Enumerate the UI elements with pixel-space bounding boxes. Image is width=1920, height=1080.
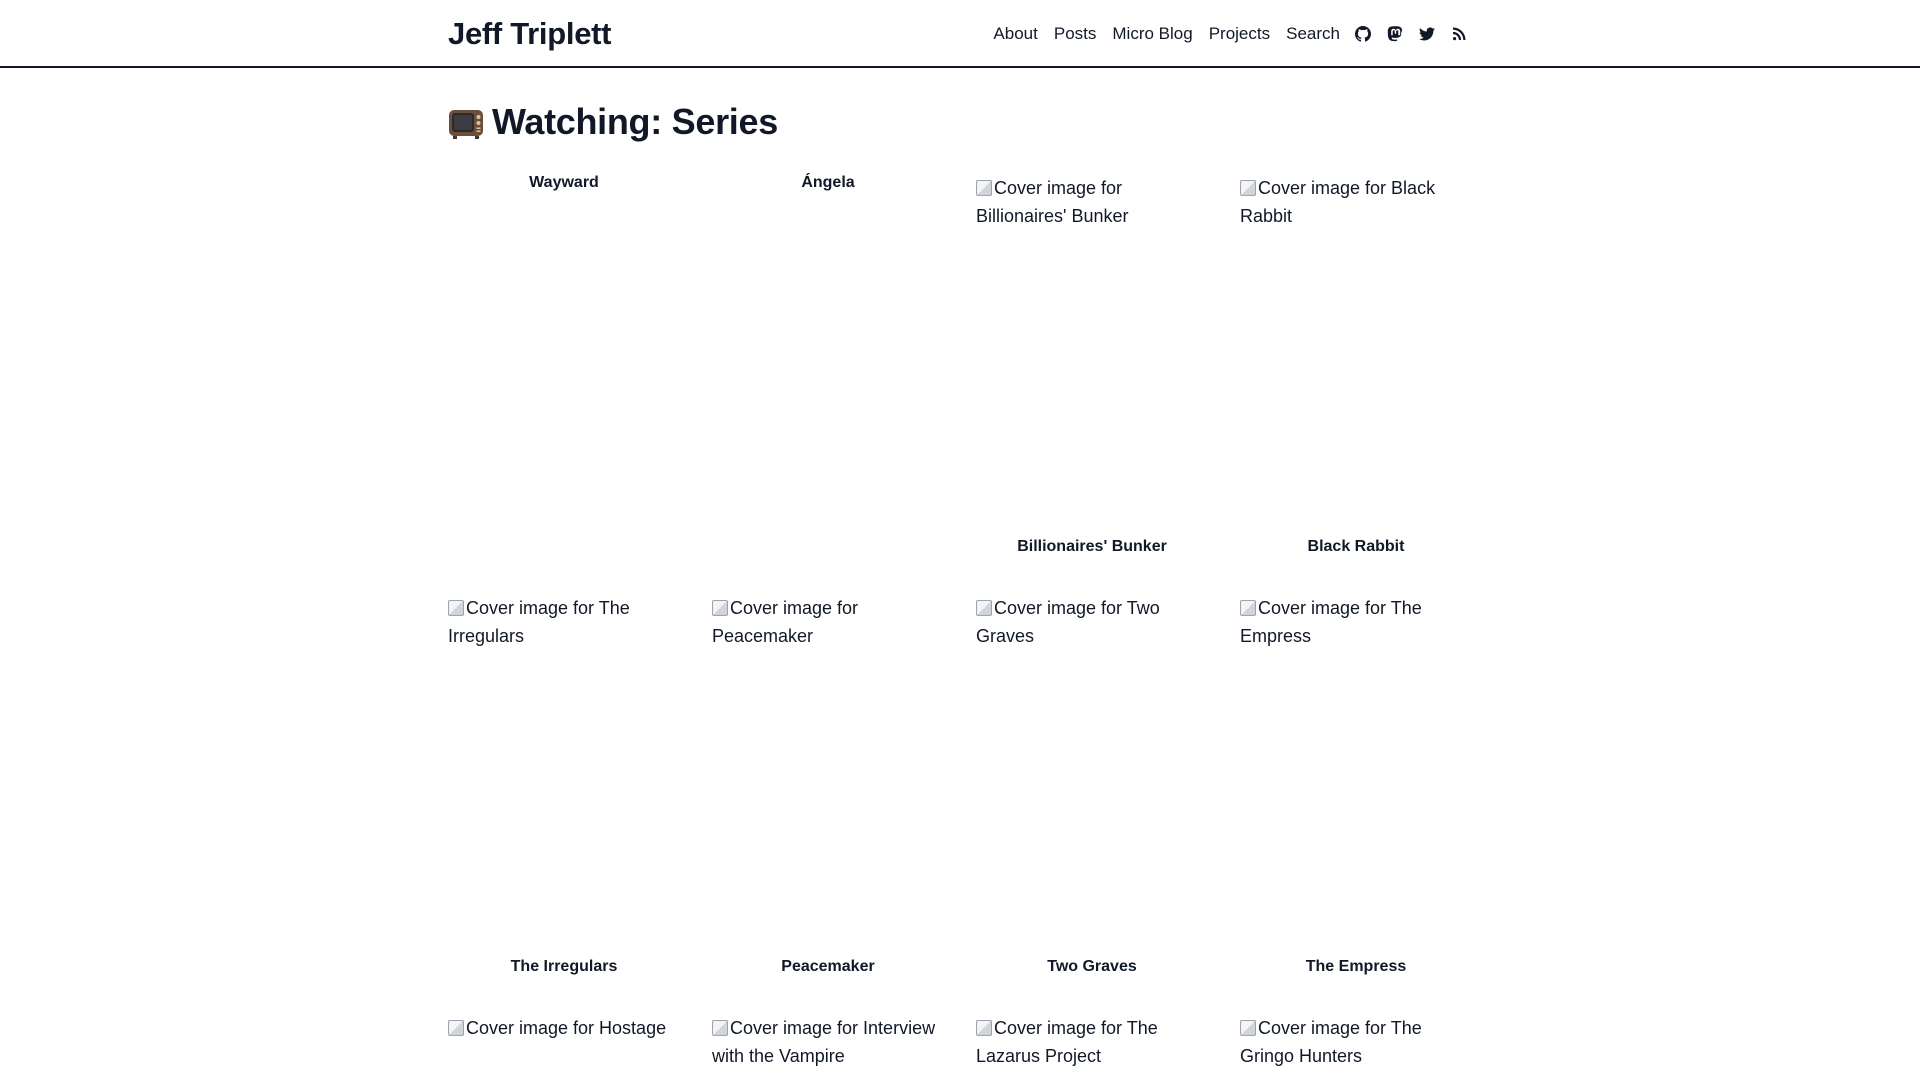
site-title-link[interactable]: Jeff Triplett bbox=[448, 16, 611, 52]
cover-image-broken[interactable]: Cover image for Hostage bbox=[448, 1014, 680, 1042]
github-icon[interactable] bbox=[1354, 25, 1372, 43]
series-card[interactable]: Ángela bbox=[712, 174, 944, 574]
broken-image-icon bbox=[976, 180, 992, 196]
header-inner: Jeff Triplett About Posts Micro Blog Pro… bbox=[448, 0, 1468, 68]
mastodon-icon[interactable] bbox=[1386, 25, 1404, 43]
nav-search[interactable]: Search bbox=[1286, 24, 1340, 44]
broken-image-icon bbox=[976, 600, 992, 616]
series-card[interactable]: Cover image for Interview with the Vampi… bbox=[712, 1014, 944, 1074]
cover-image-broken[interactable]: Cover image for Black Rabbit bbox=[1240, 174, 1472, 230]
series-title[interactable]: The Empress bbox=[1240, 958, 1472, 976]
broken-image-icon bbox=[1240, 180, 1256, 196]
broken-image-icon bbox=[712, 1020, 728, 1036]
series-card[interactable]: Cover image for Black Rabbit Black Rabbi… bbox=[1240, 174, 1472, 574]
cover-alt-text: Cover image for Two Graves bbox=[976, 598, 1160, 646]
broken-image-icon bbox=[976, 1020, 992, 1036]
page-title: Watching: Series bbox=[448, 100, 1468, 144]
series-title[interactable]: Wayward bbox=[448, 174, 680, 192]
broken-image-icon bbox=[1240, 600, 1256, 616]
nav-about[interactable]: About bbox=[993, 24, 1037, 44]
nav-projects[interactable]: Projects bbox=[1209, 24, 1270, 44]
site-header: Jeff Triplett About Posts Micro Blog Pro… bbox=[0, 0, 1920, 68]
cover-alt-text: Cover image for The Lazarus Project bbox=[976, 1018, 1158, 1066]
cover-image-broken[interactable]: Cover image for Peacemaker bbox=[712, 594, 944, 650]
nav-micro-blog[interactable]: Micro Blog bbox=[1112, 24, 1192, 44]
cover-image-broken[interactable]: Cover image for The Irregulars bbox=[448, 594, 680, 650]
series-card[interactable]: Wayward bbox=[448, 174, 680, 574]
main-nav: About Posts Micro Blog Projects Search bbox=[993, 24, 1468, 44]
series-title[interactable]: Ángela bbox=[712, 174, 944, 192]
cover-alt-text: Cover image for Peacemaker bbox=[712, 598, 859, 646]
cover-image-broken[interactable]: Cover image for The Empress bbox=[1240, 594, 1472, 650]
cover-image-broken[interactable]: Cover image for Two Graves bbox=[976, 594, 1208, 650]
series-card[interactable]: Cover image for Two Graves Two Graves bbox=[976, 594, 1208, 994]
series-card[interactable]: Cover image for Hostage bbox=[448, 1014, 680, 1074]
cover-alt-text: Cover image for The Gringo Hunters bbox=[1240, 1018, 1422, 1066]
cover-image-broken[interactable]: Cover image for Interview with the Vampi… bbox=[712, 1014, 944, 1070]
series-card[interactable]: Cover image for The Empress The Empress bbox=[1240, 594, 1472, 994]
cover-alt-text: Cover image for The Irregulars bbox=[448, 598, 630, 646]
cover-alt-text: Cover image for Interview with the Vampi… bbox=[712, 1018, 936, 1066]
series-title[interactable]: The Irregulars bbox=[448, 958, 680, 976]
rss-icon[interactable] bbox=[1450, 25, 1468, 43]
series-card[interactable]: Cover image for The Lazarus Project bbox=[976, 1014, 1208, 1074]
cover-alt-text: Cover image for The Empress bbox=[1240, 598, 1422, 646]
nav-posts[interactable]: Posts bbox=[1054, 24, 1097, 44]
series-card[interactable]: Cover image for The Irregulars The Irreg… bbox=[448, 594, 680, 994]
series-card[interactable]: Cover image for Billionaires' Bunker Bil… bbox=[976, 174, 1208, 574]
cover-image-broken[interactable]: Cover image for The Gringo Hunters bbox=[1240, 1014, 1472, 1070]
television-icon bbox=[449, 110, 483, 139]
broken-image-icon bbox=[448, 600, 464, 616]
cover-alt-text: Cover image for Black Rabbit bbox=[1240, 178, 1436, 226]
series-title[interactable]: Billionaires' Bunker bbox=[976, 538, 1208, 556]
broken-image-icon bbox=[448, 1020, 464, 1036]
cover-alt-text: Cover image for Hostage bbox=[466, 1018, 667, 1038]
series-card[interactable]: Cover image for Peacemaker Peacemaker bbox=[712, 594, 944, 994]
series-title[interactable]: Peacemaker bbox=[712, 958, 944, 976]
series-title[interactable]: Two Graves bbox=[976, 958, 1208, 976]
broken-image-icon bbox=[1240, 1020, 1256, 1036]
cover-image-broken[interactable]: Cover image for Billionaires' Bunker bbox=[976, 174, 1208, 230]
cover-alt-text: Cover image for Billionaires' Bunker bbox=[976, 178, 1129, 226]
series-title[interactable]: Black Rabbit bbox=[1240, 538, 1472, 556]
cover-image-broken[interactable]: Cover image for The Lazarus Project bbox=[976, 1014, 1208, 1070]
twitter-icon[interactable] bbox=[1418, 25, 1436, 43]
page-title-text: Watching: Series bbox=[492, 101, 778, 142]
series-card[interactable]: Cover image for The Gringo Hunters bbox=[1240, 1014, 1472, 1074]
broken-image-icon bbox=[712, 600, 728, 616]
main-content: Watching: Series Wayward Ángela Cover im… bbox=[448, 68, 1468, 1066]
